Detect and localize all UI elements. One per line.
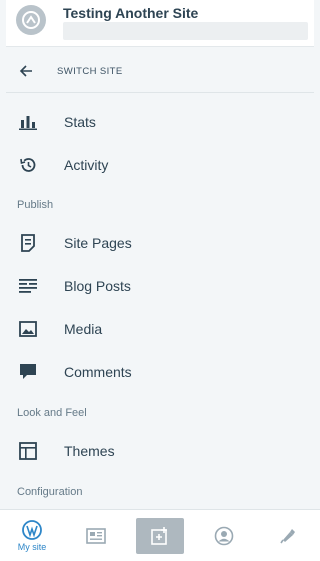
nav-reader[interactable] — [64, 510, 128, 561]
themes-layout-icon — [18, 441, 38, 461]
activity-history-icon — [18, 155, 38, 175]
site-title: Testing Another Site — [63, 5, 199, 21]
menu-item-site-pages[interactable]: Site Pages — [0, 223, 320, 263]
media-image-icon — [18, 319, 38, 339]
menu-item-comments[interactable]: Comments — [0, 352, 320, 392]
write-post-icon — [136, 518, 184, 554]
posts-icon — [18, 276, 38, 296]
menu-label-site-pages: Site Pages — [64, 235, 132, 251]
section-header-configuration: Configuration — [17, 486, 83, 498]
menu-label-themes: Themes — [64, 443, 115, 459]
menu-label-media: Media — [64, 321, 103, 337]
menu-item-media[interactable]: Media — [0, 309, 320, 349]
switch-site-label: SWITCH SITE — [57, 65, 123, 77]
menu-label-stats: Stats — [64, 114, 96, 130]
me-icon — [214, 526, 234, 546]
stats-icon — [18, 112, 38, 132]
nav-my-site-label: My site — [17, 542, 47, 552]
menu-label-blog-posts: Blog Posts — [64, 278, 131, 294]
arrow-left-icon — [19, 65, 32, 77]
menu-item-themes[interactable]: Themes — [0, 431, 320, 471]
wordpress-icon — [22, 520, 42, 540]
menu-label-activity: Activity — [64, 157, 109, 173]
nav-me[interactable] — [192, 510, 256, 561]
site-blavatar-icon — [16, 5, 46, 35]
menu-item-activity[interactable]: Activity — [0, 145, 320, 185]
switch-site-button[interactable]: SWITCH SITE — [6, 50, 314, 93]
menu-item-blog-posts[interactable]: Blog Posts — [0, 266, 320, 306]
nav-my-site[interactable]: My site — [0, 510, 64, 561]
site-url-redacted — [63, 22, 308, 40]
nav-notifications[interactable] — [256, 510, 320, 561]
menu-label-comments: Comments — [64, 364, 132, 380]
reader-icon — [86, 528, 106, 544]
site-card[interactable]: Testing Another Site — [6, 0, 314, 47]
section-header-look-and-feel: Look and Feel — [17, 407, 87, 419]
pages-icon — [18, 233, 38, 253]
my-site-screen: Testing Another Site SWITCH SITE Stats A… — [0, 0, 320, 561]
menu-item-stats[interactable]: Stats — [0, 102, 320, 142]
nav-write[interactable] — [128, 510, 192, 561]
bottom-navigation: My site — [0, 509, 320, 561]
comment-icon — [18, 362, 38, 382]
notifications-icon — [280, 529, 295, 544]
section-header-publish: Publish — [17, 199, 54, 211]
